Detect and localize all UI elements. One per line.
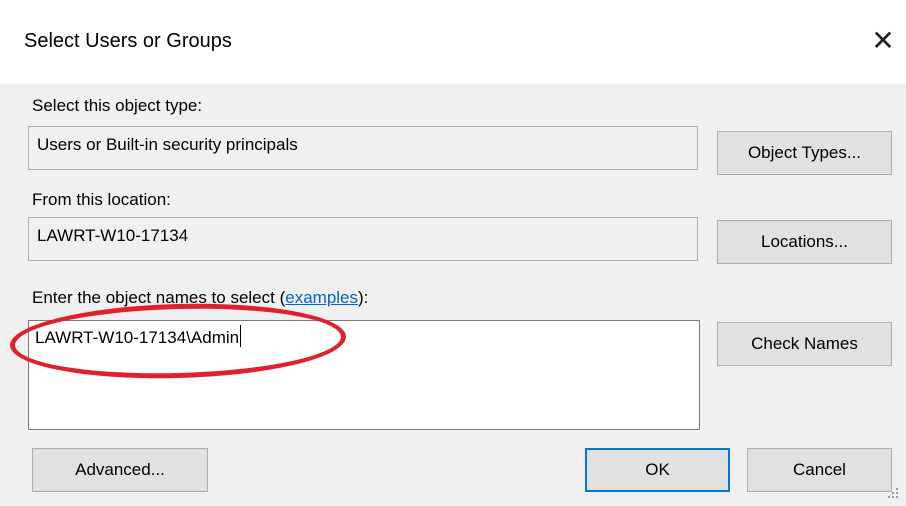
object-names-label-suffix: ): xyxy=(358,288,369,307)
advanced-button[interactable]: Advanced... xyxy=(32,448,208,492)
object-type-field: Users or Built-in security principals xyxy=(28,126,698,170)
close-icon[interactable]: ✕ xyxy=(866,24,900,58)
location-label: From this location: xyxy=(32,190,171,209)
location-value: LAWRT-W10-17134 xyxy=(37,226,189,245)
locations-button[interactable]: Locations... xyxy=(717,220,892,264)
location-field: LAWRT-W10-17134 xyxy=(28,217,698,261)
select-users-dialog: Select Users or Groups ✕ Select this obj… xyxy=(0,0,906,506)
check-names-button[interactable]: Check Names xyxy=(717,322,892,366)
examples-link[interactable]: examples xyxy=(285,288,358,307)
cancel-button[interactable]: Cancel xyxy=(747,448,892,492)
object-types-button[interactable]: Object Types... xyxy=(717,131,892,175)
title-bar: Select Users or Groups ✕ xyxy=(0,0,906,84)
object-type-label: Select this object type: xyxy=(32,96,203,115)
resize-grip-icon[interactable] xyxy=(884,486,900,502)
ok-button[interactable]: OK xyxy=(585,448,730,492)
dialog-title: Select Users or Groups xyxy=(24,30,232,52)
object-type-value: Users or Built-in security principals xyxy=(37,135,298,154)
